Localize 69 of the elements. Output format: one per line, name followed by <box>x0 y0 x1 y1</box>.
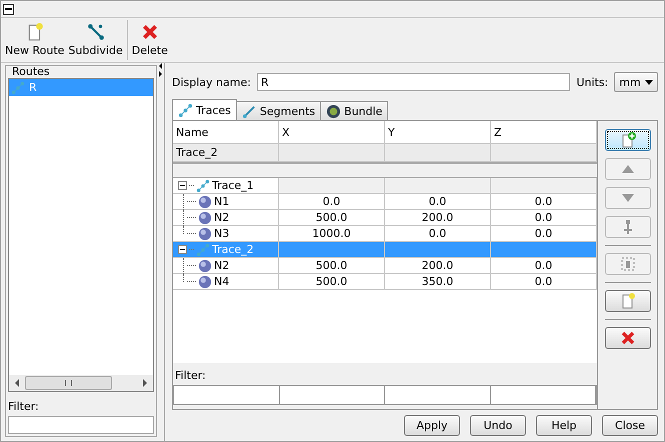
apply-button[interactable]: Apply <box>404 415 460 436</box>
cross-icon <box>140 23 159 41</box>
filter-label: Filter: <box>8 400 40 413</box>
delete-button[interactable]: Delete <box>130 18 170 62</box>
table-cell: 500.0 <box>279 258 385 274</box>
table-cell: 0.0 <box>279 194 385 210</box>
display-name-label: Display name: <box>172 76 251 88</box>
filter-label: Filter: <box>174 369 207 384</box>
column-header: Name <box>173 121 279 144</box>
tree-item[interactable]: N2 <box>214 259 230 272</box>
collapse-icon[interactable] <box>3 4 14 14</box>
tree-item[interactable]: N3 <box>214 227 230 240</box>
filter-field[interactable] <box>385 386 490 404</box>
sphere-icon <box>198 226 212 240</box>
table-cell: 0.0 <box>491 274 597 290</box>
sphere-icon <box>198 210 212 224</box>
horizontal-scrollbar[interactable] <box>9 375 153 391</box>
table-cell: 0.0 <box>491 194 597 210</box>
help-button[interactable]: Help <box>536 415 592 436</box>
add-button[interactable] <box>604 129 650 151</box>
table-cell: 0.0 <box>385 194 491 210</box>
filter-field[interactable] <box>174 386 280 404</box>
new-route-button[interactable]: New Route <box>3 18 66 62</box>
units-label: Units: <box>576 76 608 88</box>
column-header: X <box>279 121 385 144</box>
tree-item[interactable]: N4 <box>214 275 230 288</box>
add-icon <box>620 132 636 148</box>
undo-button[interactable]: Undo <box>470 415 526 436</box>
route-icon <box>196 178 210 192</box>
delete-button[interactable] <box>604 327 650 349</box>
tab[interactable]: Segments <box>236 101 322 120</box>
table-cell: 200.0 <box>385 258 491 274</box>
route-icon <box>196 242 210 256</box>
sphere-icon <box>198 274 212 288</box>
filter-field[interactable] <box>490 386 596 404</box>
close-button[interactable]: Close <box>602 415 658 436</box>
segment-icon <box>242 104 257 118</box>
subdivide-button[interactable]: Subdivide <box>66 18 125 62</box>
table-cell: 350.0 <box>385 274 491 290</box>
tree-item[interactable]: N1 <box>214 195 230 208</box>
tree-item[interactable]: N2 <box>214 211 230 224</box>
table-cell: 500.0 <box>279 274 385 290</box>
expander-icon[interactable] <box>178 181 187 190</box>
route-icon <box>11 80 25 94</box>
bundle-icon <box>326 104 342 118</box>
nodes-icon <box>86 23 105 41</box>
table-cell: Trace_2 <box>173 144 279 162</box>
filter-field[interactable] <box>8 416 154 434</box>
column-header: Z <box>491 121 597 144</box>
table-cell: 0.0 <box>491 210 597 226</box>
units-dropdown[interactable]: mm <box>614 72 658 92</box>
panel-title: Routes <box>11 66 51 78</box>
sphere-icon <box>198 194 212 208</box>
filter-field[interactable] <box>280 386 385 404</box>
tab[interactable]: Traces <box>172 99 237 120</box>
dashed-box-icon <box>620 256 636 272</box>
document-icon <box>620 293 636 309</box>
display-name-field[interactable]: R <box>256 73 570 91</box>
tab[interactable]: Bundle <box>320 101 388 120</box>
route-icon <box>178 102 193 118</box>
table-cell: 200.0 <box>385 210 491 226</box>
sphere-icon <box>198 258 212 272</box>
table-cell: 0.0 <box>491 258 597 274</box>
new-button[interactable] <box>604 290 650 312</box>
tree-item[interactable]: Trace_1 <box>212 179 254 192</box>
expander-icon[interactable] <box>178 245 187 254</box>
column-header: Y <box>385 121 491 144</box>
table-cell: 500.0 <box>279 210 385 226</box>
cross-icon <box>620 330 636 346</box>
